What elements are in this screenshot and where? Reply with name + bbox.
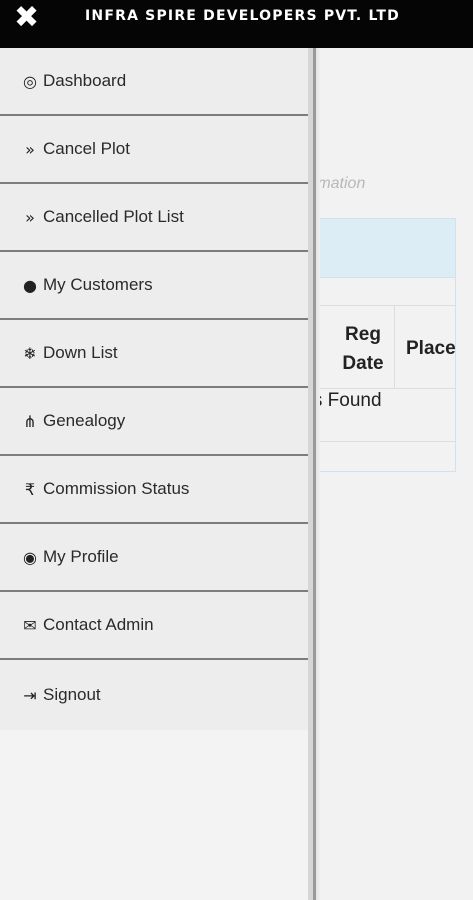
- menu-item-contact-admin[interactable]: ✉ Contact Admin: [0, 592, 308, 660]
- close-icon[interactable]: ✖: [14, 3, 54, 43]
- menu-item-my-profile[interactable]: ◉ My Profile: [0, 524, 308, 592]
- menu-item-label: Signout: [43, 685, 101, 704]
- menu-item-cancel-plot[interactable]: » Cancel Plot: [0, 116, 308, 184]
- menu-item-label: Genealogy: [43, 411, 126, 430]
- menu-item-label: My Profile: [43, 547, 119, 566]
- column-divider: [394, 306, 395, 388]
- menu-item-down-list[interactable]: ❄ Down List: [0, 320, 308, 388]
- drawer-menu: ◎ Dashboard » Cancel Plot » Cancelled Plot Li…: [0, 48, 308, 730]
- app-header: ✖ INFRA SPIRE DEVELOPERS PVT. LTD: [0, 0, 473, 48]
- sign-out-icon: ⇥: [23, 685, 37, 705]
- column-header-reg-date: Reg Date: [331, 320, 395, 378]
- app-title: INFRA SPIRE DEVELOPERS PVT. LTD: [85, 8, 400, 24]
- menu-item-genealogy[interactable]: ⋔ Genealogy: [0, 388, 308, 456]
- column-header-reg-date-line2: Date: [342, 353, 384, 374]
- menu-item-label: Cancelled Plot List: [43, 207, 184, 226]
- menu-item-dashboard[interactable]: ◎ Dashboard: [0, 48, 308, 116]
- menu-item-signout[interactable]: ⇥ Signout: [0, 660, 308, 730]
- double-chevron-right-icon: »: [25, 139, 35, 159]
- sitemap-icon: ⋔: [23, 411, 37, 431]
- dashboard-icon: ◎: [23, 71, 37, 91]
- menu-item-label: Dashboard: [43, 71, 127, 90]
- menu-item-cancelled-plot-list[interactable]: » Cancelled Plot List: [0, 184, 308, 252]
- menu-item-label: Commission Status: [43, 479, 190, 498]
- row-divider: [296, 441, 455, 442]
- menu-item-label: Down List: [43, 343, 118, 362]
- double-chevron-right-icon: »: [25, 207, 35, 227]
- records-table: Reg Date Placem rds Found: [296, 305, 456, 442]
- menu-item-my-customers[interactable]: ● My Customers: [0, 252, 308, 320]
- envelope-icon: ✉: [23, 615, 37, 635]
- snowflake-icon: ❄: [23, 343, 37, 363]
- user-circle-icon: ◉: [23, 547, 37, 567]
- column-header-reg-date-line1: Reg: [345, 324, 381, 345]
- user-icon: ●: [23, 275, 37, 295]
- column-header-placement: Placem: [406, 338, 456, 359]
- table-header-row: Reg Date Placem: [296, 305, 456, 389]
- menu-item-label: Contact Admin: [43, 615, 154, 634]
- menu-item-label: My Customers: [43, 275, 153, 294]
- rupee-icon: ₹: [24, 479, 36, 499]
- navigation-drawer: ◎ Dashboard » Cancel Plot » Cancelled Plot Li…: [0, 48, 308, 900]
- menu-item-commission-status[interactable]: ₹ Commission Status: [0, 456, 308, 524]
- section-hint-text: rmation: [312, 175, 366, 192]
- drawer-edge: [308, 48, 320, 900]
- menu-item-label: Cancel Plot: [43, 139, 130, 158]
